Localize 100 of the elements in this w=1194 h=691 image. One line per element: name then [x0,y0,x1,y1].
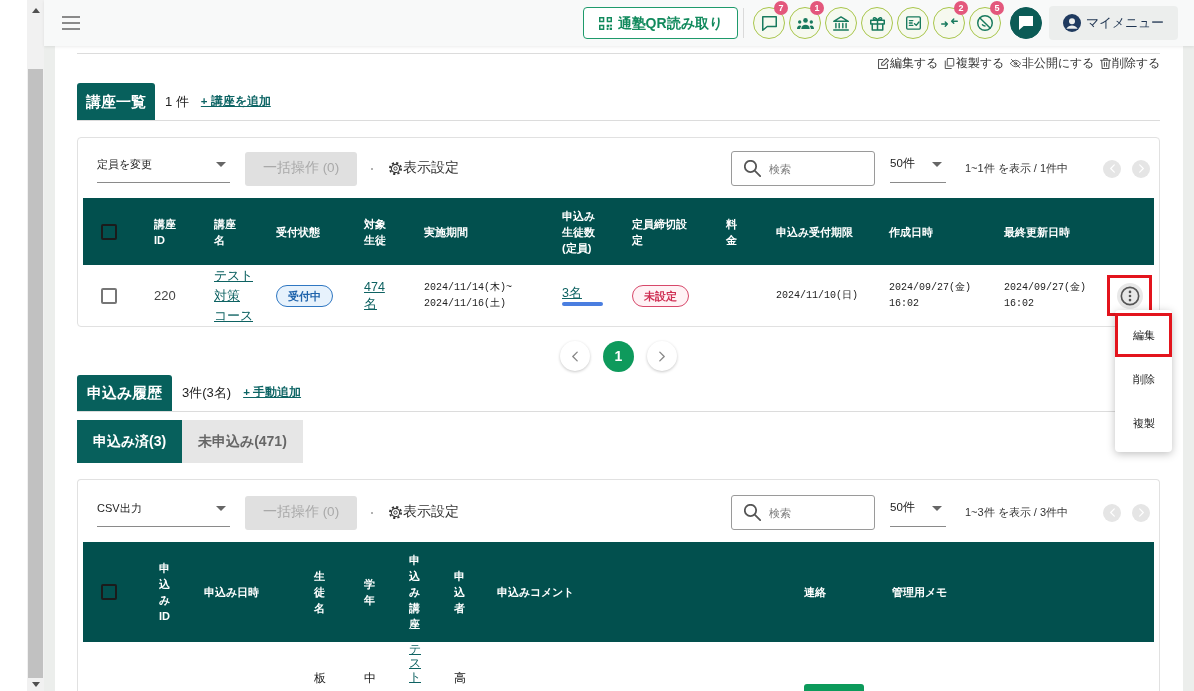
column-header: 連絡 [804,585,826,600]
speech-bubble-icon [1019,16,1033,30]
menu-item[interactable]: 編集 [1115,313,1172,357]
column-header: 申込み日時 [204,585,259,600]
capacity-select[interactable]: 定員を変更 [97,150,230,183]
copy-icon [944,57,955,69]
qr-scan-button[interactable]: 通塾QR読み取り [583,7,738,39]
manual-add-link[interactable]: + 手動追加 [243,384,302,402]
vertical-dots-icon [1116,282,1143,309]
caret-icon [216,161,226,167]
chevron-left-icon [572,350,578,362]
add-course-link[interactable]: + 講座を追加 [200,92,271,111]
chevron-right-icon [1138,508,1144,517]
column-header: 対象生徒 [364,216,387,248]
column-header: 申込みID [159,561,171,624]
column-header: 講座ID [154,216,177,248]
column-header: 作成日時 [889,224,933,240]
scroll-down-arrow-icon[interactable] [31,682,40,687]
row-checkbox[interactable] [101,287,117,304]
period-dates: 2024/11/14(木)~ 2024/11/16(土) [424,280,512,311]
blocked-button[interactable] [969,7,1001,39]
crossed-circle-icon [977,15,993,31]
record-range: 1~3件 を表示 / 3件中 [965,505,1069,521]
gear-icon [389,506,402,519]
menu-icon[interactable] [62,16,80,30]
gear-icon [389,162,402,175]
select-all-checkbox[interactable] [101,584,117,600]
arrows-button[interactable] [933,7,965,39]
count-badge: 2 [954,1,968,15]
people-icon [796,17,814,29]
checklist-icon [905,16,921,30]
building-icon [833,15,849,31]
user-avatar-icon [1063,14,1081,32]
eye-slash-icon [1010,57,1021,69]
people-button[interactable] [789,7,821,39]
my-menu-button[interactable]: マイメニュー [1049,6,1178,40]
chevron-right-icon [1138,164,1144,173]
item-count: 1 件 [165,92,189,111]
count-badge: 7 [774,1,788,15]
column-header: 申込み生徒数(定員) [562,208,596,256]
column-header: 申込者 [454,569,466,616]
course-link[interactable]: テスト [409,642,421,684]
column-header: 料金 [726,216,738,248]
tab[interactable]: 申込み済(3) [77,420,183,463]
menu-item[interactable]: 複製 [1115,401,1172,445]
grade: 中 [364,671,376,685]
qr-code-icon [598,16,612,30]
accept-deadline: 2024/11/10(日) [776,288,858,303]
chat-button[interactable] [753,7,785,39]
pencil-square-icon [878,57,889,69]
building-button[interactable] [825,7,857,39]
search-field[interactable]: 検索 [731,151,875,186]
scroll-thumb[interactable] [28,69,43,678]
column-header: 申込み受付期限 [776,224,853,240]
updated-datetime: 2024/09/27(金) 16:02 [1004,280,1087,311]
edit-link[interactable]: 編集する [878,54,938,72]
count-badge: 5 [990,1,1004,15]
target-students-link[interactable]: 474名 [364,278,390,313]
record-range: 1~1件 を表示 / 1件中 [965,161,1069,177]
caret-icon [932,505,942,511]
scrollbar[interactable] [27,0,44,691]
student-name: 板 [314,671,326,685]
search-icon [744,160,761,177]
chevron-left-icon [1109,508,1115,517]
scroll-up-arrow-icon[interactable] [31,8,40,13]
tab[interactable]: 未申込み(471) [182,420,303,463]
column-header: 最終更新日時 [1004,224,1070,240]
column-header: 申込み講座 [409,553,421,632]
column-header: 生徒名 [314,569,326,616]
caret-icon [932,161,942,167]
menu-item[interactable]: 削除 [1115,357,1172,401]
message-button[interactable] [1010,7,1042,39]
column-header: 実施期間 [424,224,468,240]
csv-export-select[interactable]: CSV出力 [97,494,230,527]
created-datetime: 2024/09/27(金) 16:02 [889,280,972,311]
delete-link[interactable]: 削除する [1100,54,1160,72]
column-header: 学年 [364,577,376,608]
chevron-left-icon [1109,164,1115,173]
gift-button[interactable] [861,7,893,39]
course-name-link[interactable]: テスト対策コース [214,265,253,326]
section-title: 申込み履歴 [77,375,172,411]
duplicate-link[interactable]: 複製する [944,54,1004,72]
gift-icon [869,15,885,31]
display-settings-button[interactable]: 表示設定 [389,502,459,523]
course-id: 220 [154,286,176,305]
applicants-link[interactable]: 3名 [562,285,603,302]
column-header: 管理用メモ [892,585,947,600]
column-header: 講座名 [214,216,237,248]
page-size-select[interactable]: 50件 [890,150,946,183]
column-header: 定員締切設定 [632,216,688,248]
column-header: 申込みコメント [497,585,574,600]
page-size-select[interactable]: 50件 [890,494,946,527]
select-all-checkbox[interactable] [101,223,117,240]
checklist-button[interactable] [897,7,929,39]
search-field[interactable]: 検索 [731,495,875,530]
display-settings-button[interactable]: 表示設定 [389,158,459,179]
unpublish-link[interactable]: 非公開にする [1010,54,1094,72]
deadline-badge: 未設定 [632,284,689,307]
status-badge: 受付中 [276,284,333,307]
page-number-button[interactable]: 1 [603,340,634,372]
